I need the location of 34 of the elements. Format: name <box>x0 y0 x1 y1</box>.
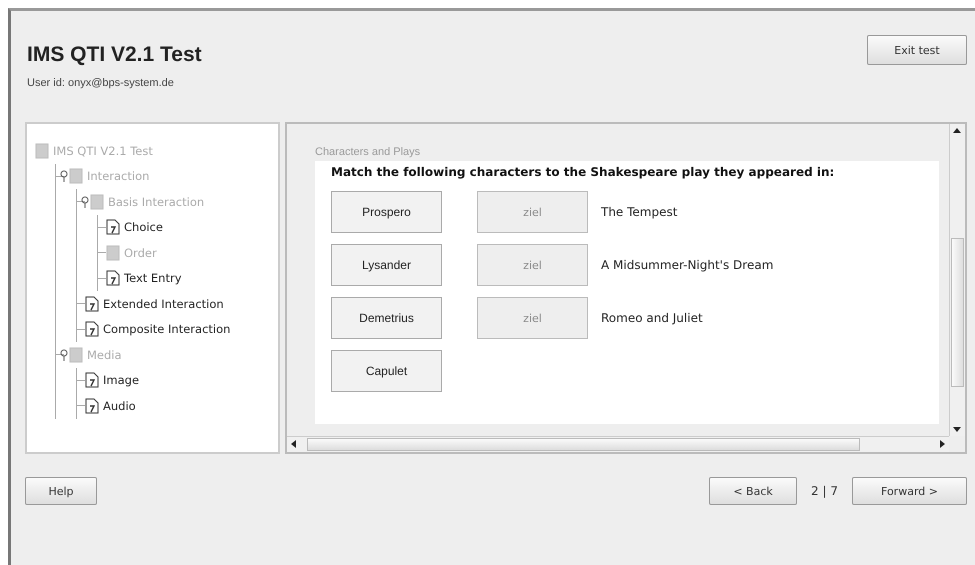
document-icon <box>106 244 120 261</box>
page-title: IMS QTI V2.1 Test <box>27 43 202 67</box>
play-title: The Tempest <box>601 205 678 219</box>
forward-button[interactable]: Forward > <box>852 477 967 505</box>
character-choice[interactable]: Demetrius <box>331 297 442 339</box>
tree-item: Order <box>124 246 157 260</box>
document-icon <box>85 372 99 388</box>
user-id: User id: onyx@bps-system.de <box>27 77 175 89</box>
help-button[interactable]: Help <box>25 477 97 505</box>
vertical-scrollbar[interactable] <box>949 124 965 436</box>
document-icon <box>106 219 120 236</box>
tree-item: IMS QTI V2.1 Test <box>53 144 153 158</box>
tree-item: Media <box>87 348 122 362</box>
document-icon <box>69 346 83 363</box>
play-title: Romeo and Juliet <box>601 311 703 325</box>
document-icon <box>85 398 99 414</box>
question-prompt: Match the following characters to the Shakespeare play they appeared in: <box>331 165 836 179</box>
document-icon <box>69 168 83 184</box>
document-icon <box>90 194 104 210</box>
page-indicator: 2 | 7 <box>811 484 838 498</box>
horizontal-scrollbar[interactable] <box>287 436 949 452</box>
back-button[interactable]: < Back <box>709 477 798 505</box>
character-choice[interactable]: Capulet <box>331 350 442 392</box>
document-icon <box>106 270 120 286</box>
tree-item: Interaction <box>87 169 150 184</box>
tree-item: Basis Interaction <box>108 194 204 209</box>
character-choice[interactable]: Prospero <box>331 191 442 233</box>
character-choice[interactable]: Lysander <box>331 244 442 286</box>
exit-test-button[interactable]: Exit test <box>867 35 967 65</box>
document-icon <box>85 296 99 312</box>
play-title: A Midsummer-Night's Dream <box>601 258 774 272</box>
document-icon <box>35 142 49 159</box>
document-icon <box>85 321 99 338</box>
section-title: Characters and Plays <box>315 146 422 158</box>
